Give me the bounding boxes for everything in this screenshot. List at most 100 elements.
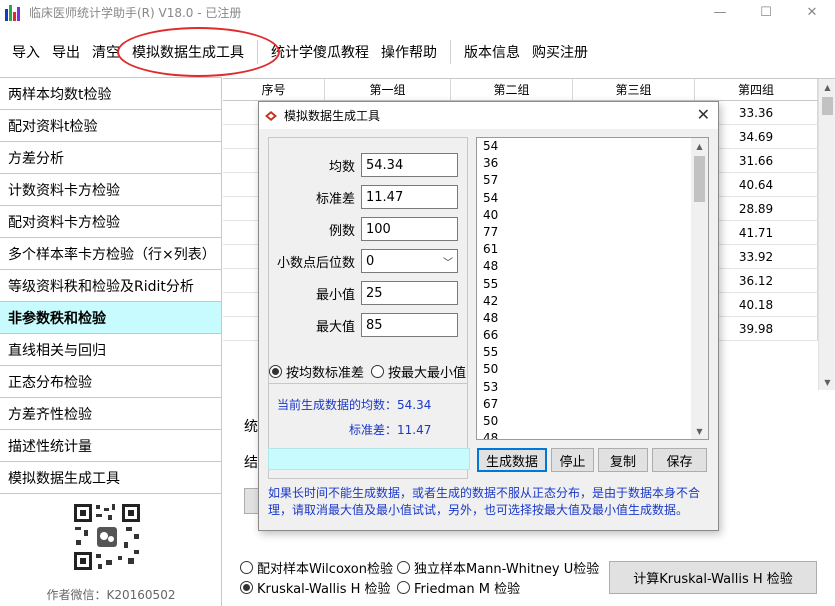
- radio-kruskal-wallis[interactable]: Kruskal-Wallis H 检验: [240, 578, 391, 597]
- list-item[interactable]: 50: [483, 413, 498, 430]
- dialog-app-icon: [265, 110, 277, 121]
- mean-input[interactable]: 54.34: [361, 153, 458, 177]
- mode-min-max-label: 按最大最小值: [388, 366, 467, 381]
- radio-kruskal-label: Kruskal-Wallis H 检验: [257, 582, 391, 597]
- grid-header: 序号 第一组 第二组 第三组 第四组: [223, 79, 835, 101]
- menu-export[interactable]: 导出: [46, 42, 86, 62]
- scroll-down-arrow-icon[interactable]: ▼: [819, 374, 835, 390]
- numbers-scrollbar[interactable]: ▲ ▼: [691, 138, 708, 439]
- col-header-index[interactable]: 序号: [223, 79, 325, 100]
- mean-label: 均数: [328, 159, 355, 175]
- scroll-up-arrow-icon[interactable]: ▲: [819, 79, 835, 95]
- radio-circle-selected[interactable]: [269, 365, 282, 378]
- menu-version[interactable]: 版本信息: [458, 42, 526, 62]
- dialog-title-bar: 模拟数据生成工具 ✕: [259, 102, 718, 129]
- current-mean-text: 当前生成数据的均数：54.34: [277, 398, 432, 412]
- menu-register[interactable]: 购买注册: [526, 42, 594, 62]
- menu-import[interactable]: 导入: [6, 42, 46, 62]
- close-button[interactable]: ✕: [789, 0, 835, 25]
- dialog-title: 模拟数据生成工具: [284, 109, 381, 123]
- list-item[interactable]: 48: [483, 310, 498, 327]
- sidebar-item-normality[interactable]: 正态分布检验: [0, 366, 221, 398]
- list-item[interactable]: 66: [483, 327, 498, 344]
- generate-button[interactable]: 生成数据: [477, 448, 547, 472]
- sidebar-item-data-generator[interactable]: 模拟数据生成工具: [0, 462, 221, 494]
- dialog-close-icon[interactable]: ✕: [697, 105, 710, 124]
- list-item[interactable]: 48: [483, 258, 498, 275]
- generated-numbers-list[interactable]: 54 36 57 54 40 77 61 48 55 42 48 66 55 50 53 67 50 48 ▲ ▼: [476, 137, 709, 440]
- parameters-panel: 均数 54.34 标准差 11.47 例数 100 小数点后位数 0 ﹀ 最小值…: [268, 137, 468, 479]
- scroll-down-arrow-icon[interactable]: ▼: [691, 423, 708, 439]
- list-item[interactable]: 55: [483, 344, 498, 361]
- stop-button[interactable]: 停止: [551, 448, 594, 472]
- scroll-thumb[interactable]: [822, 97, 833, 115]
- decimals-label: 小数点后位数: [276, 255, 355, 271]
- max-input[interactable]: 85: [361, 313, 458, 337]
- radio-mann-whitney[interactable]: 独立样本Mann-Whitney U检验: [397, 558, 599, 577]
- radio-circle[interactable]: [397, 561, 410, 574]
- calculate-kruskal-button[interactable]: 计算Kruskal-Wallis H 检验: [609, 561, 817, 594]
- grid-scrollbar[interactable]: ▲ ▼: [818, 79, 835, 390]
- sd-input[interactable]: 11.47: [361, 185, 458, 209]
- result-label: 结: [244, 455, 258, 471]
- qr-code-icon: [72, 502, 142, 572]
- scroll-up-arrow-icon[interactable]: ▲: [691, 138, 708, 154]
- menu-help[interactable]: 操作帮助: [375, 42, 443, 62]
- list-item[interactable]: 57: [483, 172, 498, 189]
- list-item[interactable]: 54: [483, 190, 498, 207]
- chevron-down-icon[interactable]: ﹀: [439, 254, 457, 269]
- col-header-group2[interactable]: 第二组: [451, 79, 573, 100]
- menu-clear[interactable]: 清空: [86, 42, 126, 62]
- col-header-group4[interactable]: 第四组: [695, 79, 818, 100]
- sidebar-item-paired-chi-square[interactable]: 配对资料卡方检验: [0, 206, 221, 238]
- list-item[interactable]: 40: [483, 207, 498, 224]
- sidebar-item-ridit[interactable]: 等级资料秩和检验及Ridit分析: [0, 270, 221, 302]
- scroll-thumb[interactable]: [694, 156, 705, 202]
- list-item[interactable]: 42: [483, 293, 498, 310]
- col-header-group3[interactable]: 第三组: [573, 79, 695, 100]
- minimize-button[interactable]: —: [697, 0, 743, 25]
- menu-tutorial[interactable]: 统计学傻瓜教程: [265, 42, 375, 62]
- list-item[interactable]: 53: [483, 379, 498, 396]
- sidebar-item-two-sample-t[interactable]: 两样本均数t检验: [0, 78, 221, 110]
- maximize-button[interactable]: ☐: [743, 0, 789, 25]
- menu-data-generator[interactable]: 模拟数据生成工具: [126, 42, 250, 62]
- radio-mode-mean-sd[interactable]: 按均数标准差: [269, 362, 364, 381]
- min-input[interactable]: 25: [361, 281, 458, 305]
- count-input[interactable]: 100: [361, 217, 458, 241]
- radio-friedman[interactable]: Friedman M 检验: [397, 578, 520, 597]
- sidebar-item-rxc-chi-square[interactable]: 多个样本率卡方检验（行×列表）: [0, 238, 221, 270]
- sidebar-item-regression[interactable]: 直线相关与回归: [0, 334, 221, 366]
- radio-circle[interactable]: [240, 561, 253, 574]
- copy-button[interactable]: 复制: [598, 448, 648, 472]
- sidebar-item-nonparametric[interactable]: 非参数秩和检验: [0, 302, 221, 334]
- radio-wilcoxon[interactable]: 配对样本Wilcoxon检验: [240, 558, 393, 577]
- sidebar-item-anova[interactable]: 方差分析: [0, 142, 221, 174]
- decimals-select[interactable]: 0 ﹀: [361, 249, 458, 273]
- app-icon: [5, 4, 21, 21]
- list-item[interactable]: 77: [483, 224, 498, 241]
- sidebar-item-descriptive[interactable]: 描述性统计量: [0, 430, 221, 462]
- save-button[interactable]: 保存: [652, 448, 707, 472]
- list-item[interactable]: 48: [483, 430, 498, 439]
- list-item[interactable]: 36: [483, 155, 498, 172]
- radio-circle[interactable]: [397, 581, 410, 594]
- radio-circle[interactable]: [371, 365, 384, 378]
- window-title: 临床医师统计学助手(R) V18.0 - 已注册: [29, 6, 242, 20]
- col-header-group1[interactable]: 第一组: [325, 79, 451, 100]
- radio-mode-min-max[interactable]: 按最大最小值: [371, 362, 466, 381]
- sidebar-item-paired-t[interactable]: 配对资料t检验: [0, 110, 221, 142]
- max-label: 最大值: [315, 319, 355, 335]
- sidebar-item-chi-square[interactable]: 计数资料卡方检验: [0, 174, 221, 206]
- list-item[interactable]: 55: [483, 276, 498, 293]
- radio-friedman-label: Friedman M 检验: [414, 582, 521, 597]
- list-item[interactable]: 61: [483, 241, 498, 258]
- sidebar: 两样本均数t检验 配对资料t检验 方差分析 计数资料卡方检验 配对资料卡方检验 …: [0, 77, 222, 606]
- radio-circle-selected[interactable]: [240, 581, 253, 594]
- list-item[interactable]: 67: [483, 396, 498, 413]
- list-item[interactable]: 50: [483, 361, 498, 378]
- list-item[interactable]: 54: [483, 138, 498, 155]
- sidebar-item-homogeneity[interactable]: 方差齐性检验: [0, 398, 221, 430]
- author-wechat: 作者微信：K20160502: [46, 588, 176, 602]
- stat-label: 统: [244, 419, 258, 435]
